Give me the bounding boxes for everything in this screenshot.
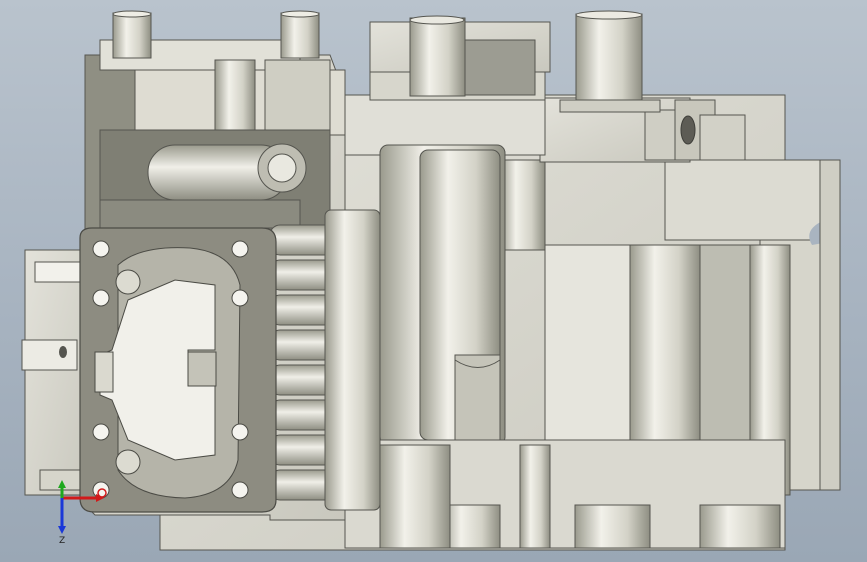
lower-boss <box>699 504 781 549</box>
upper-recess <box>464 39 536 96</box>
bolt-boss <box>112 12 152 59</box>
z-axis-label: Z <box>59 536 65 546</box>
cad-graphics-viewport[interactable]: Z <box>0 0 867 562</box>
right-notch <box>819 159 841 491</box>
top-right-boss <box>575 13 643 110</box>
bolt-boss <box>280 12 320 59</box>
rib <box>499 159 546 251</box>
axis-triad: Z <box>58 480 107 546</box>
upper-boss <box>409 17 466 97</box>
lower-boss <box>574 504 651 549</box>
engine-crankcase-model[interactable] <box>0 0 867 562</box>
